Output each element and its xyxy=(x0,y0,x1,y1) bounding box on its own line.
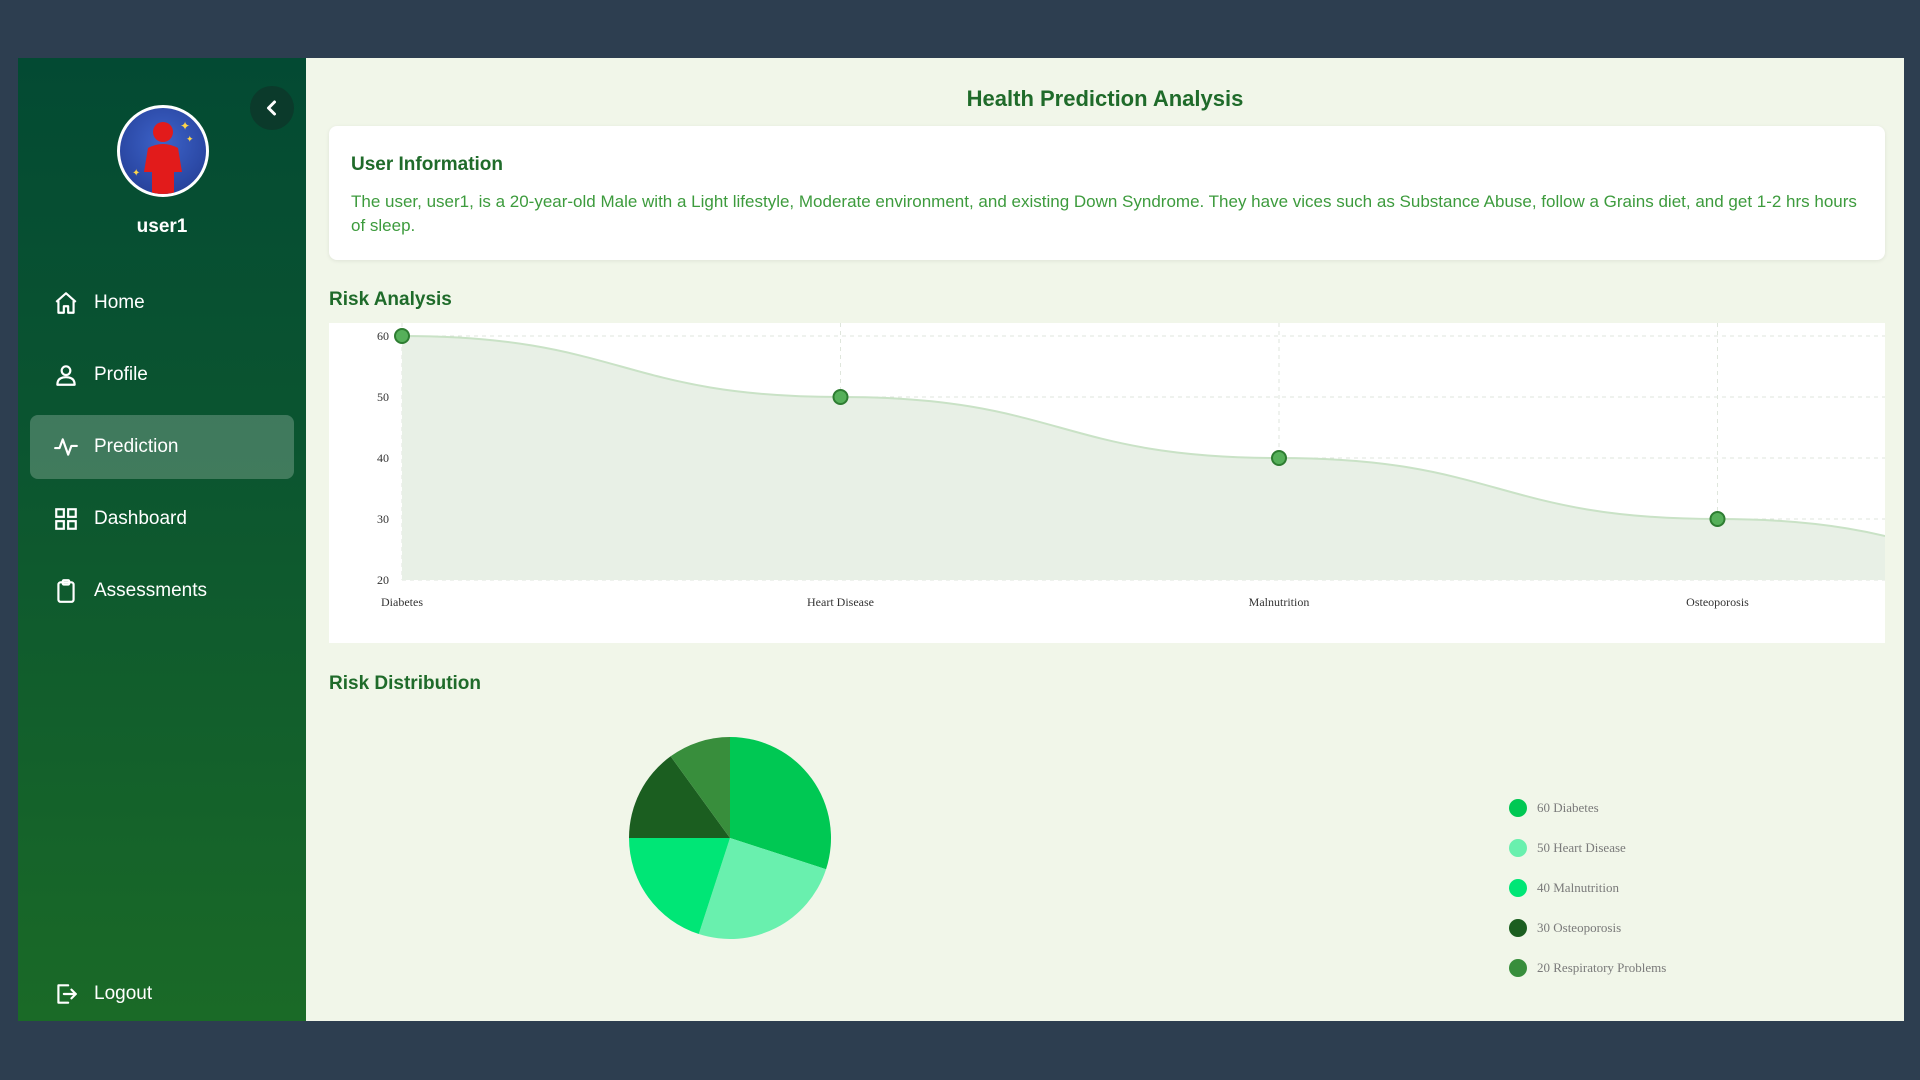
chevron-left-icon xyxy=(267,100,276,116)
svg-text:✦: ✦ xyxy=(180,119,190,133)
sidebar-item-label: Prediction xyxy=(94,436,179,457)
y-tick-label: 30 xyxy=(377,512,389,526)
activity-icon xyxy=(52,433,80,461)
legend-label: 40 Malnutrition xyxy=(1537,880,1619,895)
sidebar-item-profile[interactable]: Profile xyxy=(30,343,294,407)
sidebar-nav: Home Profile Prediction Dashboard Assess… xyxy=(30,271,294,631)
legend-item[interactable]: 50 Heart Disease xyxy=(1509,828,1666,868)
sidebar: ✦ ✦ ✦ user1 Home Profile Prediction Dash… xyxy=(18,58,306,1021)
pie-legend: 60 Diabetes 50 Heart Disease 40 Malnutriti… xyxy=(1509,788,1666,988)
legend-item[interactable]: 60 Diabetes xyxy=(1509,788,1666,828)
pie-chart-svg xyxy=(629,737,831,939)
y-tick-label: 40 xyxy=(377,451,389,465)
collapse-sidebar-button[interactable] xyxy=(250,86,294,130)
avatar: ✦ ✦ ✦ xyxy=(117,105,209,197)
legend-label: 60 Diabetes xyxy=(1537,800,1599,815)
main-content: Health Prediction Analysis User Informat… xyxy=(306,58,1904,1021)
user-icon xyxy=(52,361,80,389)
data-point[interactable] xyxy=(394,328,410,344)
risk-distribution-chart: 60 Diabetes 50 Heart Disease 40 Malnutriti… xyxy=(329,708,1885,1008)
x-tick-label: Diabetes xyxy=(381,595,423,609)
legend-label: 20 Respiratory Problems xyxy=(1537,960,1667,975)
sidebar-item-label: Dashboard xyxy=(94,508,187,529)
data-point[interactable] xyxy=(1271,450,1287,466)
sidebar-item-label: Home xyxy=(94,292,145,313)
y-tick-label: 50 xyxy=(377,390,389,404)
data-point[interactable] xyxy=(832,389,849,405)
y-tick-label: 60 xyxy=(377,329,389,343)
user-info-text: The user, user1, is a 20-year-old Male w… xyxy=(351,192,1857,235)
username: user1 xyxy=(136,216,188,237)
sidebar-item-prediction[interactable]: Prediction xyxy=(30,415,294,479)
risk-analysis-chart: 20 30 40 50 60 Diabetes Heart Disease Malnutrit… xyxy=(329,323,1885,643)
legend-color-dot xyxy=(1509,959,1527,977)
area-series xyxy=(401,335,1885,580)
risk-distribution-title: Risk Distribution xyxy=(329,673,482,694)
user-info-card: User Information The user, user1, is a 2… xyxy=(329,126,1885,260)
y-tick-label: 20 xyxy=(377,573,389,587)
sidebar-item-dashboard[interactable]: Dashboard xyxy=(30,487,294,551)
area-chart-svg: 20 30 40 50 60 Diabetes Heart Disease Malnutrit… xyxy=(377,323,1885,609)
data-point[interactable] xyxy=(1709,511,1726,527)
legend-item[interactable]: 40 Malnutrition xyxy=(1509,868,1666,908)
legend-color-dot xyxy=(1509,879,1527,897)
logout-label: Logout xyxy=(94,983,153,1004)
svg-text:✦: ✦ xyxy=(132,168,140,179)
logout-icon xyxy=(52,980,80,1008)
risk-analysis-title: Risk Analysis xyxy=(329,289,452,310)
user-info-heading: User Information xyxy=(351,154,504,175)
legend-item[interactable]: 20 Respiratory Problems xyxy=(1509,948,1666,988)
legend-item[interactable]: 30 Osteoporosis xyxy=(1509,908,1666,948)
app-window: ✦ ✦ ✦ user1 Home Profile Prediction Dash… xyxy=(18,58,1904,1021)
legend-color-dot xyxy=(1509,839,1527,857)
person-icon: ✦ ✦ ✦ xyxy=(132,119,194,194)
legend-color-dot xyxy=(1509,919,1527,937)
grid-icon xyxy=(52,505,80,533)
sidebar-item-home[interactable]: Home xyxy=(30,271,294,335)
sidebar-item-assessments[interactable]: Assessments xyxy=(30,559,294,623)
legend-label: 50 Heart Disease xyxy=(1537,840,1626,855)
legend-label: 30 Osteoporosis xyxy=(1537,920,1622,935)
home-icon xyxy=(52,289,80,317)
logout-button[interactable]: Logout xyxy=(30,968,294,1020)
sidebar-item-label: Profile xyxy=(94,364,148,385)
sidebar-item-label: Assessments xyxy=(94,580,207,601)
area-fill xyxy=(402,336,1885,580)
x-tick-label: Malnutrition xyxy=(1249,595,1310,609)
x-tick-label: Osteoporosis xyxy=(1686,595,1749,609)
legend-color-dot xyxy=(1509,799,1527,817)
svg-text:✦: ✦ xyxy=(186,134,194,144)
clipboard-icon xyxy=(52,577,80,605)
page-title: Health Prediction Analysis xyxy=(966,86,1244,111)
x-tick-label: Heart Disease xyxy=(807,595,874,609)
